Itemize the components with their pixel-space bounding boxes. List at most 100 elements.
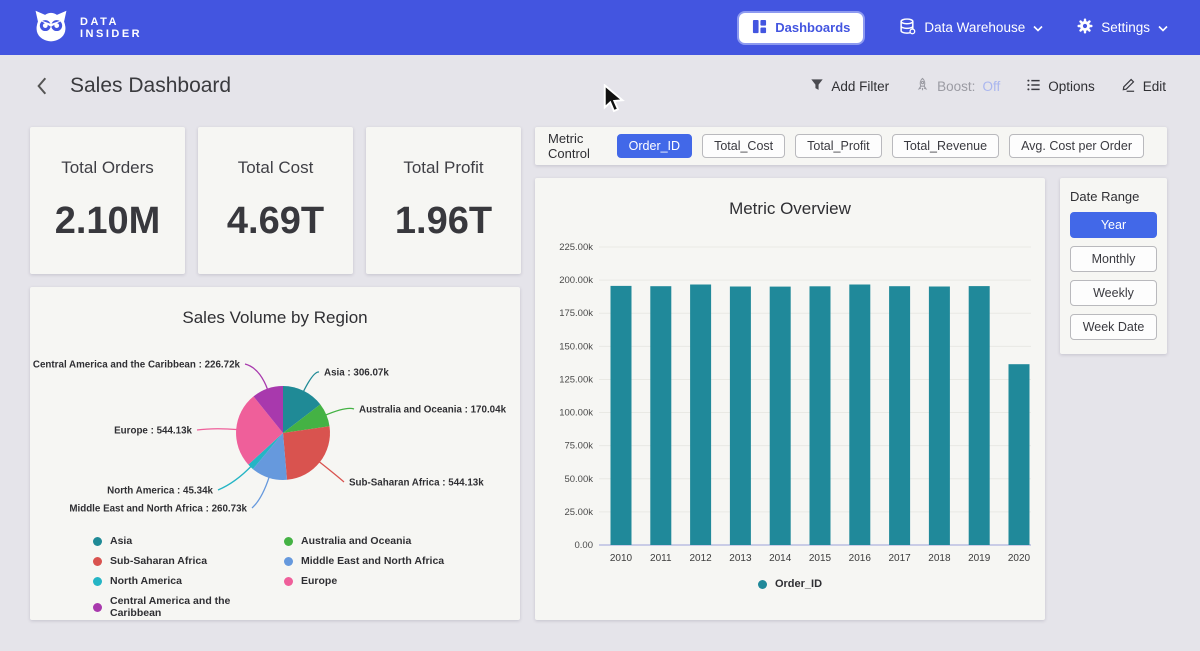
data-warehouse-icon (899, 18, 916, 38)
chevron-down-icon (1158, 20, 1168, 35)
y-tick-label: 125.00k (559, 374, 593, 385)
pie-legend-item: Middle East and North Africa (284, 555, 444, 567)
list-icon (1026, 78, 1041, 95)
dashboards-button[interactable]: Dashboards (737, 11, 865, 45)
page-header: Sales Dashboard Add Filter (0, 55, 1200, 117)
y-tick-label: 50.00k (564, 474, 593, 485)
pie-chart-card: Sales Volume by Region Asia : 306.07kAus… (30, 287, 520, 620)
brand-line2: INSIDER (80, 28, 142, 40)
pie-callout-line (218, 466, 252, 491)
pie-legend-item: North America (93, 575, 284, 587)
metric-control-bar: Metric Control Order_ID Total_Cost Total_P… (535, 127, 1167, 165)
pie-callout-line (318, 461, 344, 482)
date-range-monthly[interactable]: Monthly (1070, 246, 1157, 272)
bar-2018 (929, 287, 950, 546)
bar-2014 (770, 287, 791, 545)
legend-dot (93, 603, 102, 612)
date-range-options: Year Monthly Weekly Week Date (1070, 212, 1157, 340)
bar-2017 (889, 286, 910, 545)
x-tick-label: 2020 (1008, 553, 1031, 564)
kpi-label: Total Cost (238, 158, 314, 178)
x-tick-label: 2013 (729, 553, 752, 564)
kpi-value: 1.96T (395, 200, 492, 243)
options-button[interactable]: Options (1026, 78, 1095, 95)
kpi-card-total-orders: Total Orders2.10M (30, 127, 185, 274)
bar-2013 (730, 287, 751, 546)
brand-line1: DATA (80, 16, 142, 28)
pie-callout-line (325, 408, 355, 415)
x-tick-label: 2011 (650, 553, 672, 564)
x-tick-label: 2017 (888, 553, 911, 564)
pie-legend: AsiaAustralia and OceaniaSub-Saharan Afr… (93, 535, 444, 619)
legend-dot (284, 577, 293, 586)
x-tick-label: 2016 (849, 553, 872, 564)
metric-control-label: Metric Control (548, 131, 602, 161)
add-filter-button[interactable]: Add Filter (810, 78, 889, 95)
pie-slice-label: Australia and Oceania : 170.04k (359, 405, 507, 416)
legend-dot (93, 577, 102, 586)
bar-2012 (690, 285, 711, 546)
kpi-label: Total Profit (403, 158, 483, 178)
date-range-label: Date Range (1070, 189, 1157, 204)
pie-slice-label: Middle East and North Africa : 260.73k (69, 504, 247, 515)
date-range-weekly[interactable]: Weekly (1070, 280, 1157, 306)
page-title: Sales Dashboard (70, 74, 231, 98)
metric-chip-order-id[interactable]: Order_ID (617, 134, 692, 158)
metric-chip-total-cost[interactable]: Total_Cost (702, 134, 785, 158)
navbar: DATA INSIDER Dashboards (0, 0, 1200, 55)
date-range-year[interactable]: Year (1070, 212, 1157, 238)
legend-dot (93, 557, 102, 566)
kpi-value: 4.69T (227, 200, 324, 243)
legend-dot (758, 580, 767, 589)
y-tick-label: 225.00k (559, 242, 593, 253)
bar-legend: Order_ID (535, 578, 1045, 590)
metric-chip-avg-cost-per-order[interactable]: Avg. Cost per Order (1009, 134, 1144, 158)
pie-legend-item: Asia (93, 535, 284, 547)
data-warehouse-menu[interactable]: Data Warehouse (899, 18, 1043, 38)
x-tick-label: 2012 (689, 553, 712, 564)
x-tick-label: 2010 (610, 553, 633, 564)
edit-button[interactable]: Edit (1121, 77, 1166, 95)
rocket-icon (915, 77, 930, 96)
y-tick-label: 150.00k (559, 341, 593, 352)
metric-chip-total-revenue[interactable]: Total_Revenue (892, 134, 999, 158)
y-tick-label: 75.00k (564, 441, 593, 452)
pie-slice-label: Sub-Saharan Africa : 544.13k (349, 478, 484, 489)
pie-slice-label: Europe : 544.13k (114, 426, 192, 437)
date-range-panel: Date Range Year Monthly Weekly Week Date (1060, 178, 1167, 354)
legend-dot (284, 557, 293, 566)
legend-dot (284, 537, 293, 546)
bar-chart-title: Metric Overview (535, 178, 1045, 219)
settings-menu[interactable]: Settings (1077, 18, 1168, 37)
y-tick-label: 100.00k (559, 408, 593, 419)
bar-2020 (1009, 364, 1030, 545)
boost-toggle[interactable]: Boost: Off (915, 77, 1000, 96)
gear-icon (1077, 18, 1093, 37)
x-tick-label: 2018 (928, 553, 951, 564)
bar-2010 (611, 286, 632, 545)
pie-legend-item: Central America and the Caribbean (93, 595, 284, 619)
brand-logo[interactable]: DATA INSIDER (32, 6, 142, 49)
bar-2016 (849, 285, 870, 546)
dashboards-icon (752, 19, 767, 37)
pie-callout-line (252, 476, 270, 508)
pie-slice-label: North America : 45.34k (107, 486, 213, 497)
pie-callout-line (303, 372, 319, 393)
app-root: DATA INSIDER Dashboards (0, 0, 1200, 651)
y-tick-label: 200.00k (559, 275, 593, 286)
boost-status: Off (982, 79, 1000, 94)
kpi-value: 2.10M (55, 200, 161, 243)
chevron-down-icon (1033, 20, 1043, 35)
legend-dot (93, 537, 102, 546)
date-range-week-date[interactable]: Week Date (1070, 314, 1157, 340)
x-tick-label: 2019 (968, 553, 991, 564)
bar-2019 (969, 286, 990, 545)
x-tick-label: 2014 (769, 553, 792, 564)
legend-label: Order_ID (775, 578, 822, 590)
metric-chip-total-profit[interactable]: Total_Profit (795, 134, 882, 158)
pie-slice-sub-saharan-africa (283, 426, 330, 480)
back-button[interactable] (34, 76, 50, 96)
kpi-card-total-cost: Total Cost 4.69T (198, 127, 353, 274)
pie-chart: Asia : 306.07kAustralia and Oceania : 17… (30, 335, 520, 525)
x-tick-label: 2015 (809, 553, 832, 564)
